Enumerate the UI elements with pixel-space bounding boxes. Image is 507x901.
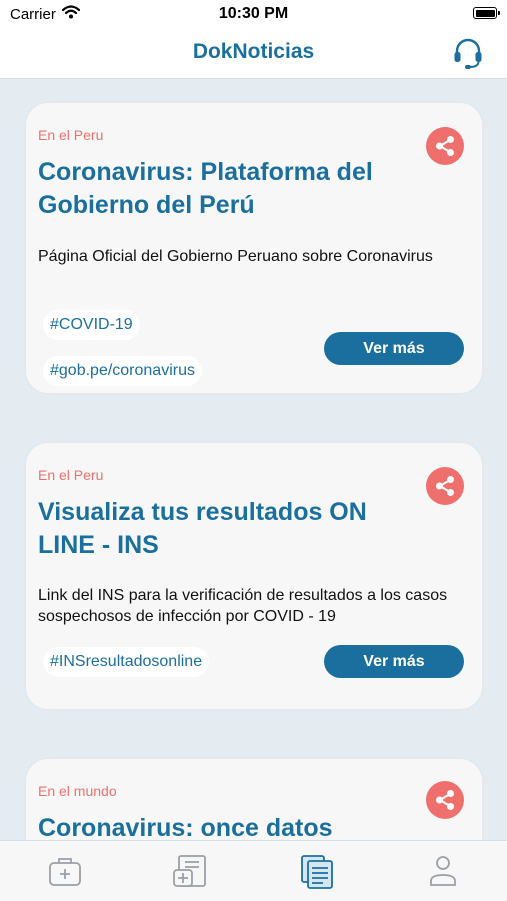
news-feed[interactable]: En el Peru Coronavirus: Plataforma del G… [0,79,507,840]
share-button[interactable] [426,781,464,819]
see-more-button[interactable]: Ver más [324,645,464,678]
tab-bar [0,840,507,901]
status-bar: Carrier 10:30 PM [0,0,507,30]
see-more-button[interactable]: Ver más [324,332,464,365]
news-card: En el mundo Coronavirus: once datos [26,759,482,840]
tab-medical-record[interactable] [170,851,210,891]
card-description: Link del INS para la verificación de res… [38,587,448,625]
tab-profile[interactable] [423,851,463,891]
card-category: En el mundo [38,783,117,799]
card-title[interactable]: Coronavirus: once datos [38,812,418,840]
tab-news[interactable] [297,851,337,891]
news-icon [301,855,333,889]
card-description: Página Oficial del Gobierno Peruano sobr… [38,248,433,265]
navigation-bar: DokNoticias [0,30,507,79]
card-category: En el Peru [38,127,104,143]
hashtag-chip[interactable]: #INSresultadosonline [43,647,210,677]
card-title[interactable]: Coronavirus: Plataforma del Gobierno del… [38,156,418,222]
headset-icon[interactable] [451,36,485,70]
card-category: En el Peru [38,467,104,483]
share-icon [436,136,454,156]
share-button[interactable] [426,127,464,165]
clock: 10:30 PM [218,5,289,22]
hashtag-chip[interactable]: #gob.pe/coronavirus [43,356,202,386]
share-button[interactable] [426,467,464,505]
news-card: En el Peru Coronavirus: Plataforma del G… [26,103,482,393]
battery-icon [473,7,500,19]
card-title[interactable]: Visualiza tus resultados ON LINE - INS [38,496,418,562]
news-card: En el Peru Visualiza tus resultados ON L… [26,443,482,709]
hashtag-chip[interactable]: #COVID-19 [43,310,140,340]
share-icon [436,476,454,496]
profile-icon [430,856,456,886]
medical-kit-icon [49,858,81,886]
app-title: DokNoticias [192,40,315,63]
medical-record-icon [173,855,206,887]
share-icon [436,790,454,810]
tab-medical-kit[interactable] [45,851,85,891]
